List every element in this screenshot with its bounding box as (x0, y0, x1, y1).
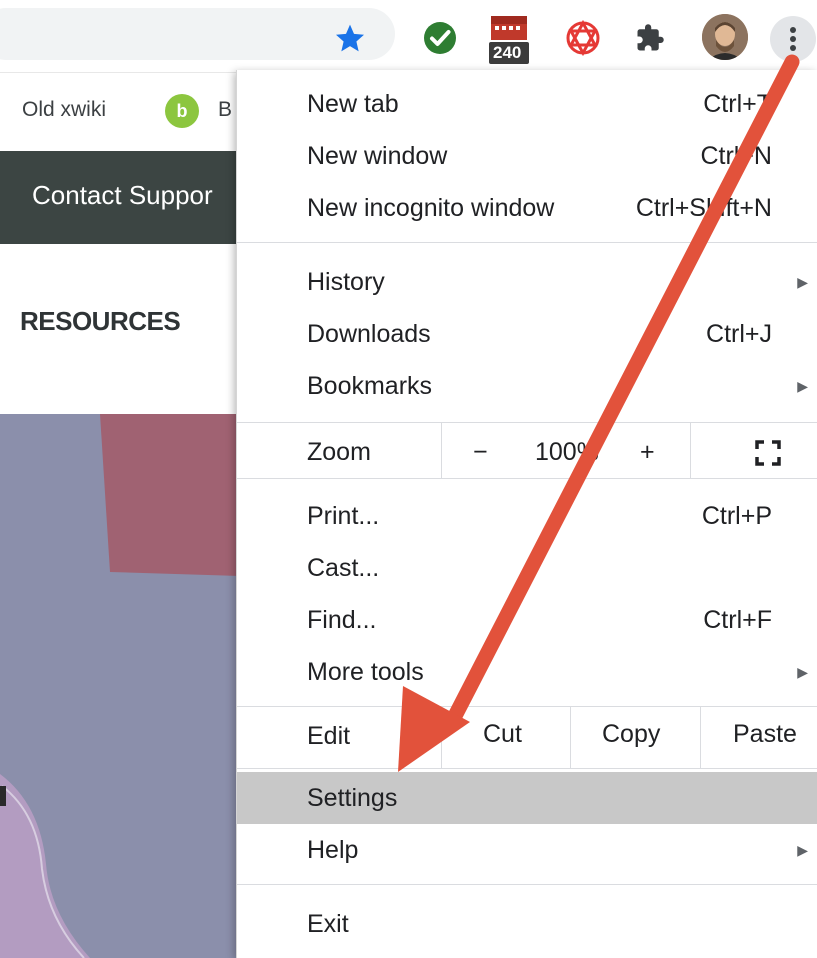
menu-item-label: Bookmarks (307, 372, 433, 400)
zoom-in-button[interactable]: + (640, 438, 655, 467)
menu-divider (237, 884, 817, 885)
edit-copy-button[interactable]: Copy (602, 720, 660, 749)
menu-item-label: History (307, 268, 385, 296)
menu-item-shortcut: Ctrl+Shift+N (635, 194, 772, 222)
menu-item-label: Help (307, 836, 359, 864)
menu-item-new-window[interactable]: New window Ctrl+N (237, 130, 817, 182)
browser-toolbar: 240 (0, 0, 817, 72)
menu-item-label: Print... (307, 502, 380, 530)
zoom-divider (441, 422, 442, 478)
bookmark-favicon-icon[interactable]: b (165, 94, 199, 128)
menu-item-shortcut: Ctrl+F (703, 606, 772, 634)
menu-item-history[interactable]: History ▶ (237, 256, 817, 308)
menu-item-label: More tools (307, 658, 424, 686)
menu-item-new-incognito-window[interactable]: New incognito window Ctrl+Shift+N (237, 182, 817, 234)
edit-divider (700, 706, 701, 768)
zoom-label: Zoom (307, 438, 371, 466)
extension-badge-count: 240 (493, 43, 522, 62)
bookmark-truncated-label[interactable]: B (218, 98, 232, 122)
menu-divider (237, 422, 817, 423)
menu-item-bookmarks[interactable]: Bookmarks ▶ (237, 360, 817, 412)
menu-item-shortcut: Ctrl+P (701, 502, 772, 530)
menu-item-label: New incognito window (307, 194, 555, 222)
submenu-arrow-icon: ▶ (797, 274, 808, 290)
menu-item-find[interactable]: Find... Ctrl+F (237, 594, 817, 646)
menu-item-label: Find... (307, 606, 377, 634)
menu-item-label: Settings (307, 784, 398, 812)
menu-item-label: New tab (307, 90, 399, 118)
menu-divider (237, 706, 817, 707)
resources-heading: RESOURCES (20, 306, 181, 336)
menu-divider (237, 242, 817, 243)
extension-check-icon[interactable] (422, 20, 458, 56)
menu-item-label: Downloads (307, 320, 431, 348)
extension-counter-icon[interactable]: 240 (487, 14, 531, 66)
menu-item-exit[interactable]: Exit (237, 898, 817, 950)
menu-divider (237, 478, 817, 479)
menu-row-edit: Edit (237, 710, 817, 762)
submenu-arrow-icon: ▶ (797, 378, 808, 394)
menu-item-new-tab[interactable]: New tab Ctrl+T (237, 78, 817, 130)
chrome-main-menu: New tab Ctrl+T New window Ctrl+N New inc… (236, 70, 817, 958)
menu-item-downloads[interactable]: Downloads Ctrl+J (237, 308, 817, 360)
bookmark-star-icon[interactable] (332, 20, 368, 56)
menu-item-print[interactable]: Print... Ctrl+P (237, 490, 817, 542)
menu-item-shortcut: Ctrl+T (703, 90, 772, 118)
menu-item-shortcut: Ctrl+N (700, 142, 772, 170)
menu-item-shortcut: Ctrl+J (706, 320, 772, 348)
menu-item-help[interactable]: Help ▶ (237, 824, 817, 876)
fullscreen-icon[interactable] (755, 440, 781, 466)
three-dots-vertical-icon (790, 27, 796, 51)
contact-support-link[interactable]: Contact Suppor (32, 180, 213, 211)
submenu-arrow-icon: ▶ (797, 842, 808, 858)
bookmark-old-xwiki[interactable]: Old xwiki (22, 98, 106, 122)
zoom-out-button[interactable]: − (473, 438, 488, 467)
extensions-puzzle-icon[interactable] (632, 20, 668, 56)
edit-paste-button[interactable]: Paste (733, 720, 797, 749)
menu-divider (237, 768, 817, 769)
menu-item-cast[interactable]: Cast... (237, 542, 817, 594)
menu-row-zoom: Zoom (237, 426, 817, 478)
lastpass-icon[interactable] (563, 18, 603, 58)
menu-item-settings[interactable]: Settings (237, 772, 817, 824)
menu-item-label: Cast... (307, 554, 380, 582)
menu-item-label: Exit (307, 910, 349, 938)
hero-illustration (0, 414, 240, 958)
chrome-menu-button[interactable] (770, 16, 816, 62)
submenu-arrow-icon: ▶ (797, 664, 808, 680)
zoom-level: 100% (535, 438, 599, 466)
zoom-divider (690, 422, 691, 478)
edit-cut-button[interactable]: Cut (483, 720, 522, 749)
menu-item-label: New window (307, 142, 448, 170)
profile-avatar[interactable] (702, 14, 748, 60)
menu-item-more-tools[interactable]: More tools ▶ (237, 646, 817, 698)
edit-divider (570, 706, 571, 768)
edit-label: Edit (307, 722, 351, 750)
edit-divider (441, 706, 442, 768)
